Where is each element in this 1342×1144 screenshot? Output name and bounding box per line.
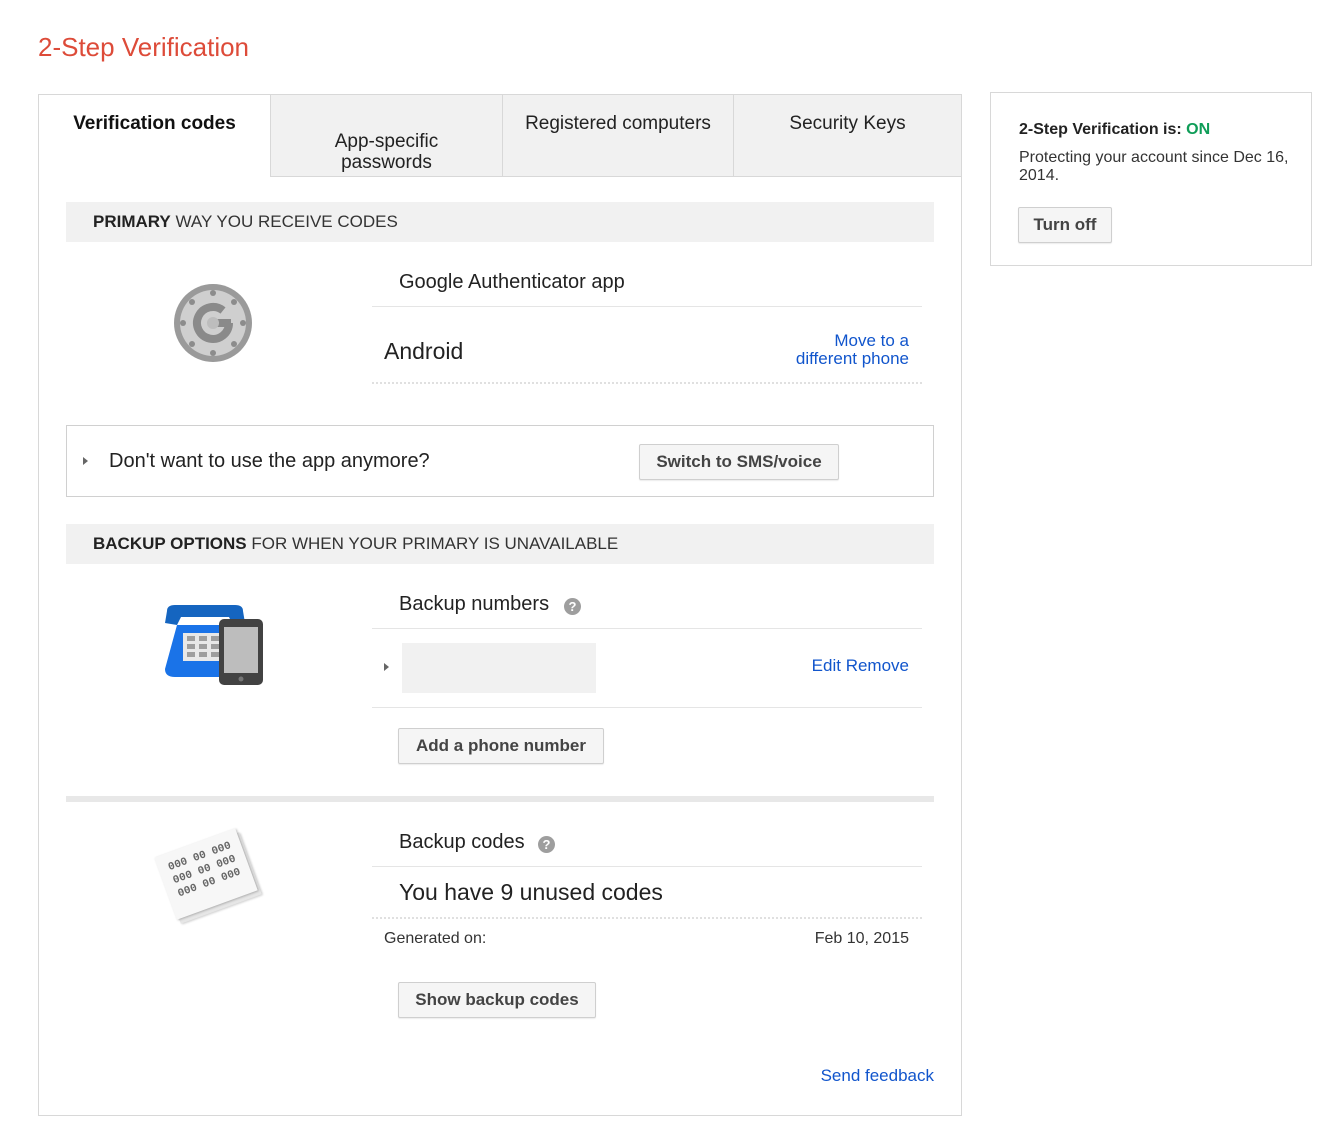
status-line: 2-Step Verification is: ON (1019, 121, 1210, 139)
divider (372, 866, 922, 867)
status-description: Protecting your account since Dec 16, 20… (1019, 149, 1289, 184)
phone-icon (163, 603, 265, 687)
tab-label: Verification codes (73, 113, 236, 134)
page-title: 2-Step Verification (38, 32, 250, 62)
authenticator-app-name: Google Authenticator app (399, 271, 625, 293)
switch-method-box: Don't want to use the app anymore? Switc… (66, 425, 934, 497)
tab-verification-codes[interactable]: Verification codes (39, 95, 270, 177)
main-panel: Verification codes App-specific passwords… (38, 94, 962, 1116)
divider (372, 917, 922, 919)
section-divider (66, 796, 934, 802)
remove-link[interactable]: Remove (846, 656, 909, 675)
divider (372, 707, 922, 708)
tab-security-keys[interactable]: Security Keys (733, 95, 961, 177)
status-label: 2-Step Verification is: (1019, 121, 1187, 138)
divider (372, 628, 922, 629)
device-name: Android (384, 338, 464, 364)
turn-off-button[interactable]: Turn off (1018, 207, 1112, 243)
tab-registered-computers[interactable]: Registered computers (502, 95, 733, 177)
tab-label: Registered computers (525, 113, 711, 134)
divider (372, 382, 922, 384)
backup-numbers-title: Backup numbers (399, 593, 550, 615)
unused-codes-count: You have 9 unused codes (399, 879, 663, 905)
phone-actions: Edit Remove (789, 656, 909, 676)
send-feedback-link[interactable]: Send feedback (779, 1066, 934, 1086)
switch-to-sms-voice-button[interactable]: Switch to SMS/voice (639, 444, 839, 480)
tab-label: App-specific passwords (334, 131, 439, 173)
status-panel: 2-Step Verification is: ON Protecting yo… (990, 92, 1312, 266)
google-authenticator-icon (173, 283, 253, 363)
move-to-different-phone-link[interactable]: Move to a different phone (739, 332, 909, 368)
redacted-phone-number (402, 643, 596, 693)
expand-caret-icon[interactable] (83, 457, 88, 465)
tab-app-specific-passwords[interactable]: App-specific passwords (270, 95, 502, 177)
backup-codes-title: Backup codes (399, 831, 525, 853)
edit-link[interactable]: Edit (812, 656, 841, 675)
status-value: ON (1186, 121, 1211, 138)
switch-prompt: Don't want to use the app anymore? (109, 450, 430, 472)
backup-codes-sheet-icon: 000 00 000 000 00 000 000 00 000 (154, 828, 269, 927)
generated-date: Feb 10, 2015 (814, 930, 909, 947)
help-icon[interactable]: ? (538, 836, 555, 853)
show-backup-codes-button[interactable]: Show backup codes (398, 982, 596, 1018)
backup-section-header: BACKUP OPTIONS FOR WHEN YOUR PRIMARY IS … (66, 524, 934, 564)
divider (372, 306, 922, 307)
help-icon[interactable]: ? (564, 598, 581, 615)
tab-label: Security Keys (789, 113, 906, 134)
add-phone-number-button[interactable]: Add a phone number (398, 728, 604, 764)
primary-section-header: PRIMARY WAY YOU RECEIVE CODES (66, 202, 934, 242)
generated-label: Generated on: (384, 930, 487, 947)
expand-caret-icon[interactable] (384, 663, 389, 671)
